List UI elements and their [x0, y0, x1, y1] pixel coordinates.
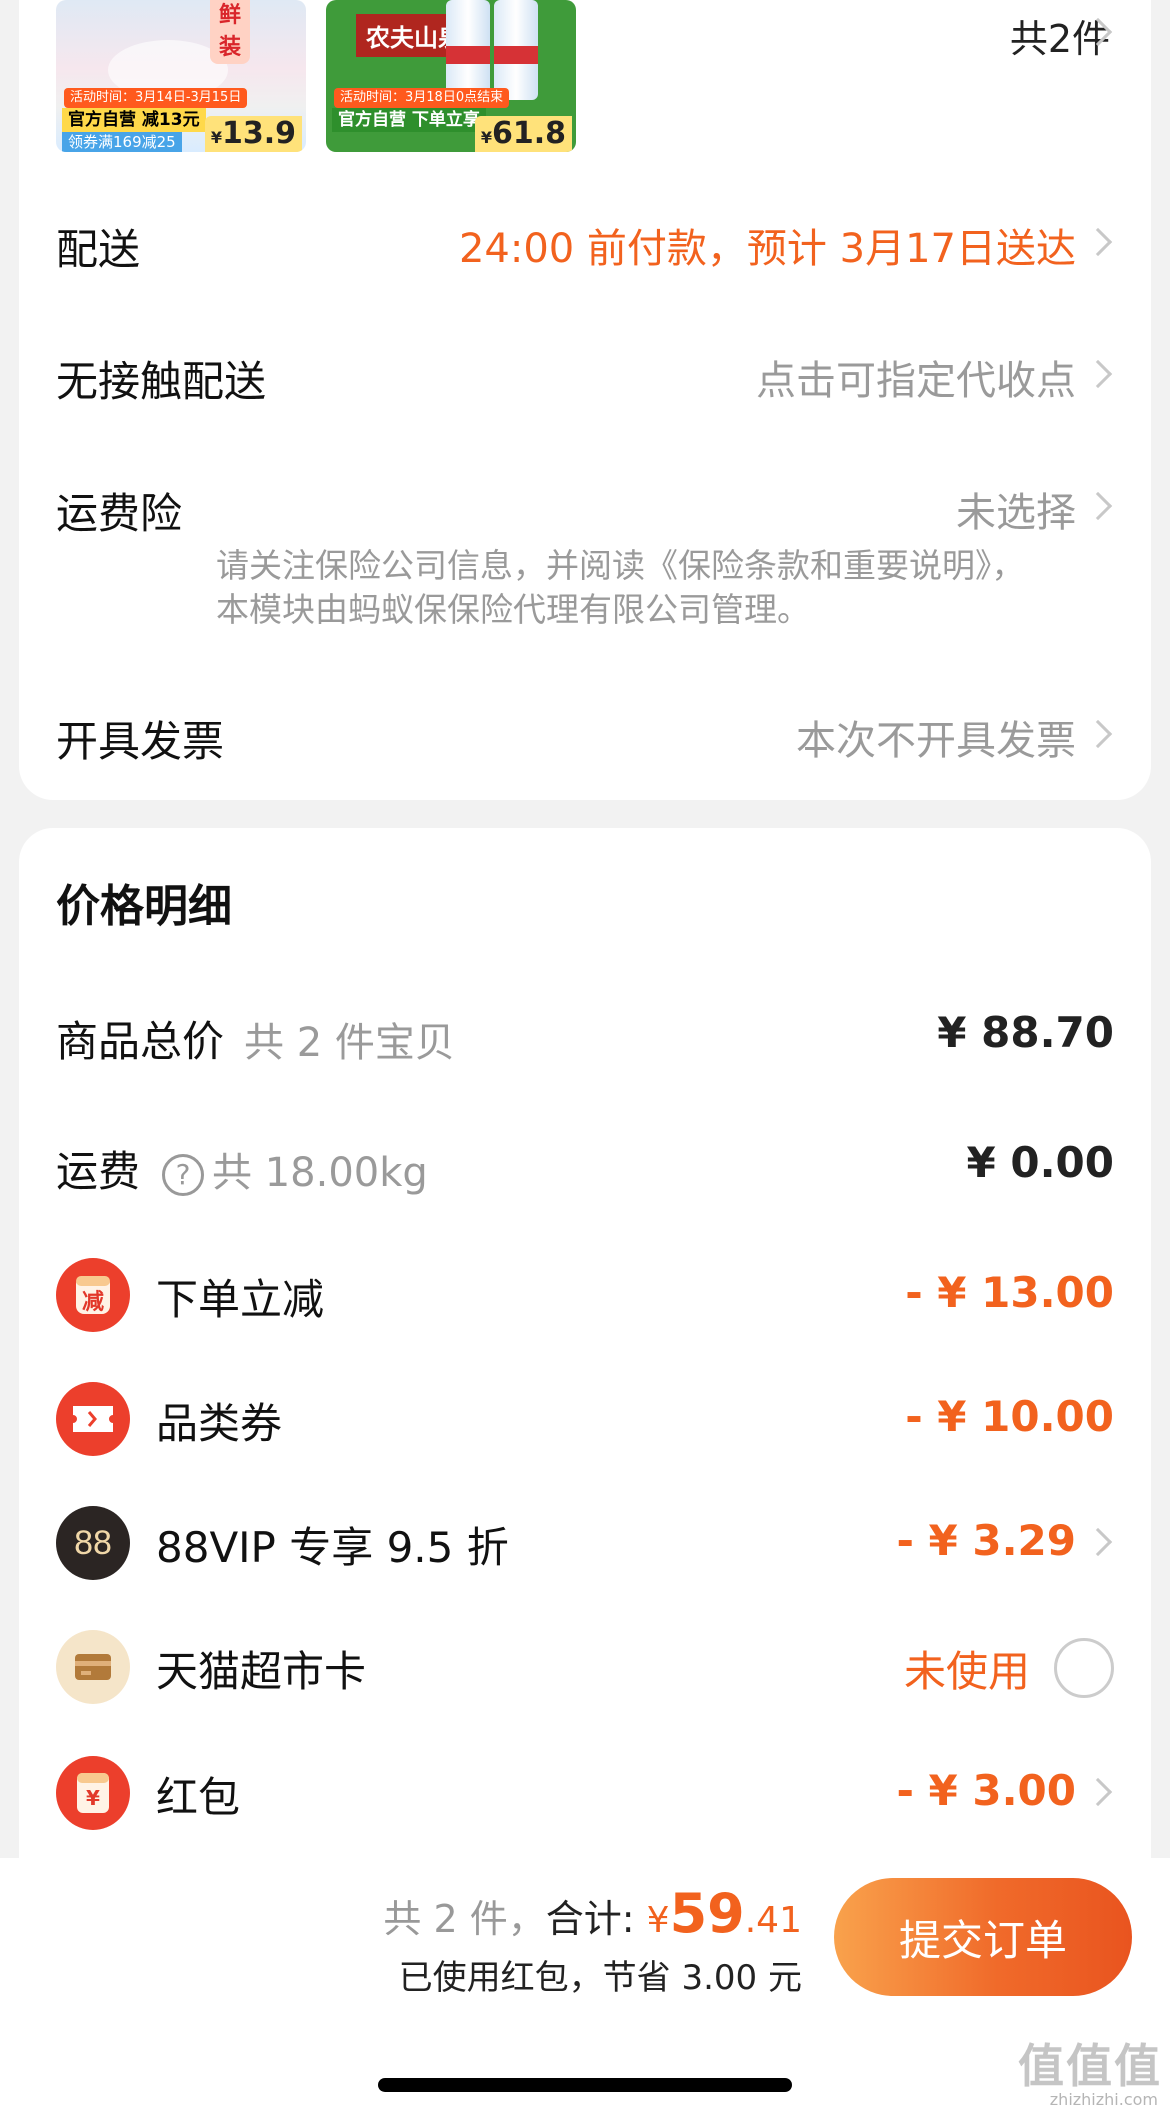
- total-summary: 共 2 件，合计: ¥59.41: [383, 1882, 802, 1945]
- promo-time: 活动时间：3月14日-3月15日: [64, 88, 248, 108]
- price-detail-title: 价格明细: [56, 881, 232, 932]
- coupon-tag: 领券满169减25: [62, 132, 182, 152]
- contactless-value[interactable]: 点击可指定代收点: [756, 348, 1076, 406]
- product-thumbnail-2[interactable]: 农夫山泉 活动时间：3月18日0点结束 官方自营 下单立享 ¥61.8: [326, 0, 576, 152]
- invoice-label: 开具发票: [56, 717, 225, 766]
- contactless-label: 无接触配送: [56, 357, 267, 406]
- delivery-label: 配送: [56, 225, 141, 274]
- promo-time: 活动时间：3月18日0点结束: [334, 88, 510, 108]
- vip-discount-label: 88VIP 专享 9.5 折: [156, 1523, 509, 1572]
- red-packet-label: 红包: [156, 1773, 241, 1822]
- vip-discount-amount[interactable]: - ¥ 3.29: [896, 1516, 1076, 1565]
- goods-total-amount: ¥ 88.70: [937, 1008, 1114, 1057]
- shipping-amount: ¥ 0.00: [966, 1138, 1114, 1187]
- category-coupon-amount: - ¥ 10.00: [905, 1392, 1114, 1441]
- red-packet-icon: ¥: [56, 1756, 130, 1830]
- product-price: ¥61.8: [474, 116, 572, 152]
- product-tag: 官方自营 下单立享: [332, 108, 486, 132]
- total-integer: 59: [669, 1882, 745, 1945]
- total-decimal: .41: [744, 1900, 802, 1941]
- total-currency: ¥: [646, 1900, 670, 1941]
- instant-discount-label: 下单立减: [156, 1275, 325, 1324]
- bottle-image: [446, 0, 490, 100]
- category-coupon-label: 品类券: [156, 1399, 283, 1448]
- invoice-value[interactable]: 本次不开具发票: [796, 708, 1076, 766]
- price-detail-card: [19, 828, 1151, 1888]
- instant-discount-icon: 减: [56, 1258, 130, 1332]
- shipping-label: 运费: [56, 1147, 141, 1196]
- shipping-row: 运费? 共 18.00kg: [56, 1138, 428, 1199]
- card-icon: [56, 1630, 130, 1704]
- product-tag: 官方自营 减13元: [62, 108, 206, 132]
- goods-total-label: 商品总价: [56, 1017, 225, 1066]
- home-indicator[interactable]: [378, 2078, 792, 2092]
- submit-order-button[interactable]: 提交订单: [834, 1878, 1132, 1996]
- watermark-url: zhizhizhi.com: [1049, 2090, 1158, 2109]
- ticket-icon: [56, 1382, 130, 1456]
- vip-88-icon: 88: [56, 1506, 130, 1580]
- help-icon[interactable]: ?: [162, 1153, 205, 1196]
- tmall-card-label: 天猫超市卡: [156, 1647, 367, 1696]
- total-label: 合计:: [545, 1897, 635, 1941]
- product-thumbnail-1[interactable]: 鲜装 活动时间：3月14日-3月15日 官方自营 减13元 领券满169减25 …: [56, 0, 306, 152]
- product-price: ¥13.9: [204, 116, 302, 152]
- insurance-label: 运费险: [56, 489, 183, 538]
- delivery-value[interactable]: 24:00 前付款，预计 3月17日送达: [459, 216, 1076, 274]
- instant-discount-amount: - ¥ 13.00: [905, 1268, 1114, 1317]
- goods-total-row: 商品总价共 2 件宝贝: [56, 1008, 455, 1069]
- red-packet-amount[interactable]: - ¥ 3.00: [896, 1766, 1076, 1815]
- insurance-value[interactable]: 未选择: [956, 480, 1076, 538]
- savings-text: 已使用红包，节省 3.00 元: [398, 1958, 802, 1998]
- item-count: 共 2 件，: [383, 1897, 546, 1941]
- tmall-card-status: 未使用: [903, 1647, 1030, 1696]
- tmall-card-radio[interactable]: [1054, 1638, 1114, 1698]
- watermark-logo: 值值值: [1018, 2039, 1162, 2093]
- insurance-note: 请关注保险公司信息，并阅读《保险条款和重要说明》，本模块由蚂蚁保保险代理有限公司…: [216, 546, 1025, 629]
- shipping-weight: 共 18.00kg: [212, 1150, 428, 1196]
- fresh-badge: 鲜装: [210, 0, 250, 64]
- goods-total-count: 共 2 件宝贝: [244, 1020, 455, 1066]
- bottle-image: [494, 0, 538, 100]
